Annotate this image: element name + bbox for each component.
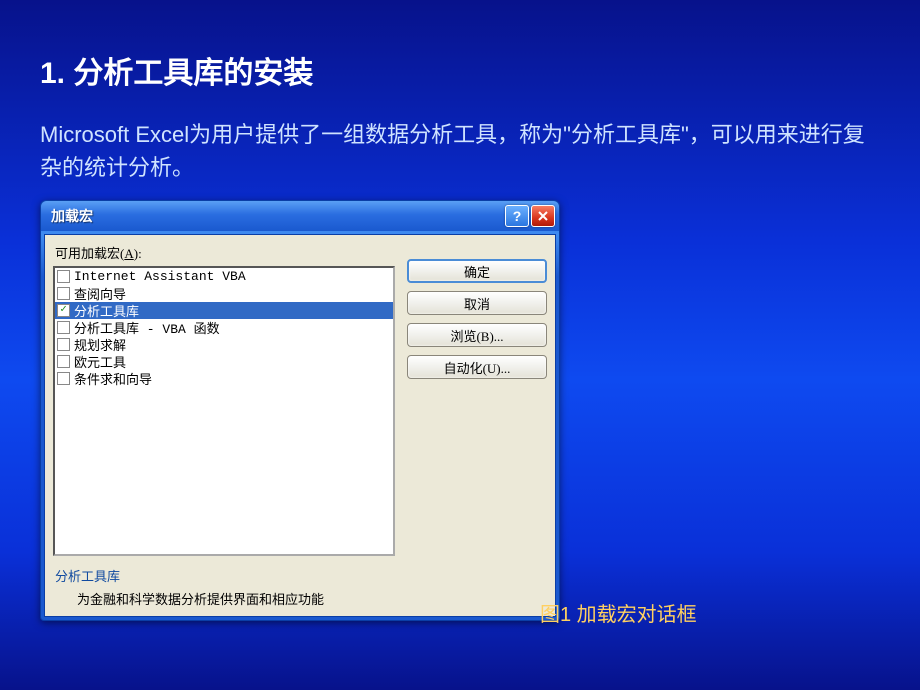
checkbox[interactable] (57, 270, 70, 283)
automation-button[interactable]: 自动化(U)... (407, 355, 547, 379)
dialog-body: 可用加载宏(A): Internet Assistant VBA查阅向导分析工具… (44, 234, 556, 617)
slide-title: 1. 分析工具库的安装 (40, 48, 313, 92)
list-item[interactable]: 分析工具库 - VBA 函数 (55, 319, 393, 336)
list-item[interactable]: 条件求和向导 (55, 370, 393, 387)
checkbox[interactable] (57, 321, 70, 334)
checkbox[interactable] (57, 338, 70, 351)
slide-body-text: Microsoft Excel为用户提供了一组数据分析工具，称为"分析工具库"，… (40, 118, 880, 184)
dialog-button-column: 确定 取消 浏览(B)... 自动化(U)... (407, 241, 547, 608)
list-item[interactable]: 查阅向导 (55, 285, 393, 302)
checkbox[interactable] (57, 287, 70, 300)
checkbox[interactable] (57, 304, 70, 317)
addins-dialog: 加载宏 ? 可用加载宏(A): Internet Assistant VBA查阅… (40, 200, 560, 621)
close-button[interactable] (531, 205, 555, 227)
close-icon (538, 211, 548, 221)
checkbox[interactable] (57, 355, 70, 368)
figure-caption: 图1 加载宏对话框 (540, 598, 697, 627)
dialog-titlebar[interactable]: 加载宏 ? (41, 201, 559, 231)
cancel-button[interactable]: 取消 (407, 291, 547, 315)
description-title: 分析工具库 (55, 566, 395, 585)
dialog-title: 加载宏 (51, 206, 503, 226)
ok-button[interactable]: 确定 (407, 259, 547, 283)
description-text: 为金融和科学数据分析提供界面和相应功能 (77, 589, 395, 608)
list-item[interactable]: 欧元工具 (55, 353, 393, 370)
list-item-label: 条件求和向导 (74, 369, 152, 388)
list-item[interactable]: 分析工具库 (55, 302, 393, 319)
checkbox[interactable] (57, 372, 70, 385)
list-label: 可用加载宏(A): (55, 243, 395, 262)
description-block: 分析工具库 为金融和科学数据分析提供界面和相应功能 (53, 566, 395, 608)
list-item-label: Internet Assistant VBA (74, 269, 246, 284)
list-item[interactable]: 规划求解 (55, 336, 393, 353)
dialog-left-column: 可用加载宏(A): Internet Assistant VBA查阅向导分析工具… (53, 241, 395, 608)
addins-listbox[interactable]: Internet Assistant VBA查阅向导分析工具库分析工具库 - V… (53, 266, 395, 556)
browse-button[interactable]: 浏览(B)... (407, 323, 547, 347)
help-button[interactable]: ? (505, 205, 529, 227)
list-item[interactable]: Internet Assistant VBA (55, 268, 393, 285)
